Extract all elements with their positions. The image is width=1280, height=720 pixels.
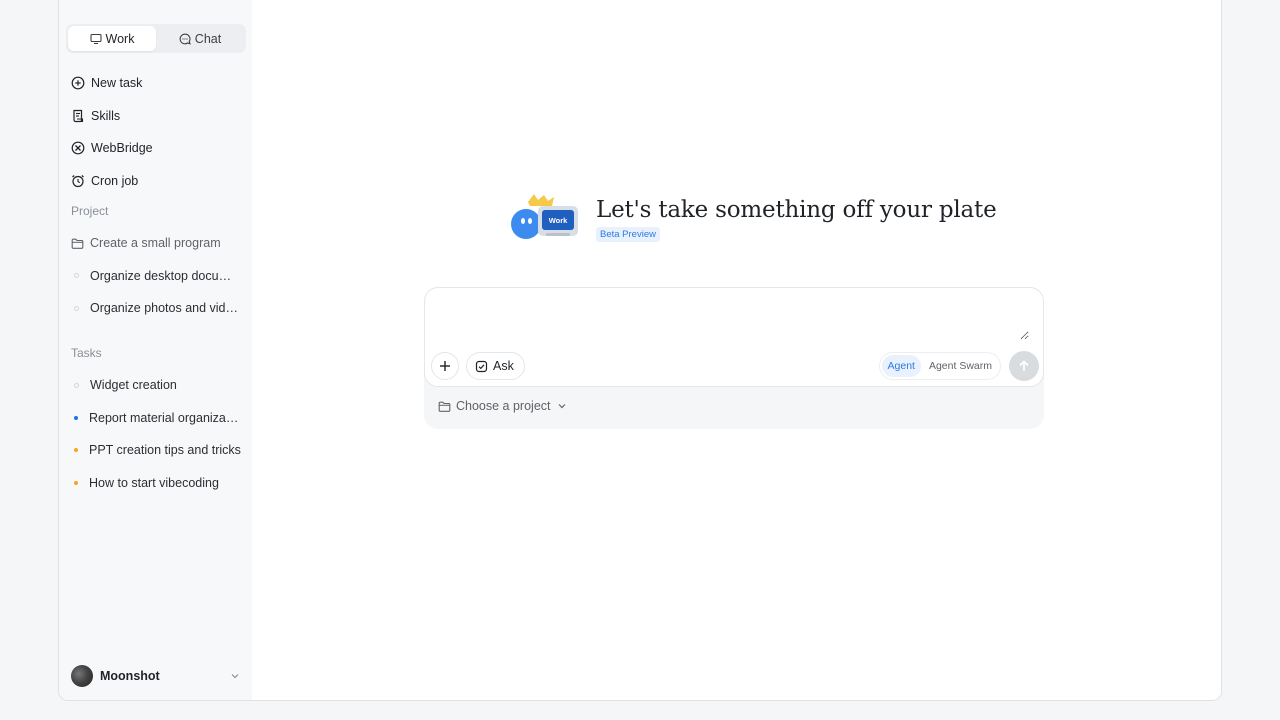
project-item[interactable]: Organize desktop documents <box>71 260 241 293</box>
project-section-label: Project <box>71 204 109 218</box>
user-name: Moonshot <box>100 669 160 683</box>
mode-switcher: Work Chat <box>66 24 246 53</box>
mascot-illustration: Work <box>511 194 578 239</box>
hero-title: Let's take something off your plate <box>596 197 997 223</box>
tab-chat[interactable]: Chat <box>156 26 244 51</box>
tasks-section-label: Tasks <box>71 346 102 360</box>
mascot-screen-label: Work <box>549 216 568 225</box>
plus-circle-icon <box>71 76 85 90</box>
folder-icon <box>438 401 451 412</box>
nav-cron-job[interactable]: Cron job <box>71 165 241 198</box>
task-item-label: Widget creation <box>90 378 177 393</box>
project-item[interactable]: Organize photos and videos <box>71 292 241 325</box>
user-menu[interactable]: Moonshot <box>71 664 241 688</box>
monitor-icon <box>89 33 102 44</box>
nav-skills-label: Skills <box>91 108 121 123</box>
tab-chat-label: Chat <box>194 31 222 46</box>
task-item-label: Report material organization <box>89 410 241 425</box>
app-window: Work Chat New task Skills WebBridge Cron… <box>58 0 1222 701</box>
task-item-label: PPT creation tips and tricks <box>89 443 241 458</box>
ask-button-label: Ask <box>493 359 514 373</box>
ask-button[interactable]: Ask <box>466 352 525 380</box>
task-item[interactable]: PPT creation tips and tricks <box>71 434 241 467</box>
task-input[interactable] <box>439 300 1029 340</box>
nav-skills[interactable]: Skills <box>71 100 241 133</box>
webbridge-icon <box>71 141 85 155</box>
project-item-label: Organize photos and videos <box>90 301 241 316</box>
task-item[interactable]: Report material organization <box>71 402 241 435</box>
send-button[interactable] <box>1009 351 1039 381</box>
project-list: Create a small program Organize desktop … <box>71 227 241 325</box>
project-item[interactable]: Create a small program <box>71 227 241 260</box>
tab-work[interactable]: Work <box>68 26 156 51</box>
status-dot <box>74 448 78 453</box>
primary-nav: New task Skills WebBridge Cron job <box>71 67 241 197</box>
status-dot <box>74 382 79 388</box>
folder-icon <box>71 238 84 249</box>
nav-webbridge-label: WebBridge <box>91 141 153 156</box>
status-dot <box>74 273 79 279</box>
beta-badge: Beta Preview <box>596 227 660 242</box>
chevron-down-icon <box>231 674 239 679</box>
arrow-up-icon <box>1019 360 1029 371</box>
project-picker[interactable]: Choose a project <box>438 399 568 413</box>
composer-container: Ask Agent Agent Swarm Choose a project <box>424 287 1044 429</box>
plus-icon <box>440 361 450 371</box>
task-item[interactable]: Widget creation <box>71 369 241 402</box>
status-dot <box>74 415 78 420</box>
project-item-label: Create a small program <box>90 236 221 251</box>
mode-agent-swarm[interactable]: Agent Swarm <box>923 355 998 377</box>
agent-mode-switcher: Agent Agent Swarm <box>878 352 1001 380</box>
main-area: Work Let's take something off your plate… <box>252 0 1221 700</box>
status-dot <box>74 305 79 311</box>
alarm-clock-icon <box>72 174 84 187</box>
chat-bubble-icon <box>179 33 191 45</box>
scroll-icon <box>73 109 84 122</box>
nav-new-task[interactable]: New task <box>71 67 241 100</box>
shield-check-icon <box>475 360 488 372</box>
nav-cron-job-label: Cron job <box>91 173 139 188</box>
tab-work-label: Work <box>105 31 135 46</box>
avatar <box>71 665 93 687</box>
nav-webbridge[interactable]: WebBridge <box>71 132 241 165</box>
project-item-label: Organize desktop documents <box>90 268 241 283</box>
sidebar: Work Chat New task Skills WebBridge Cron… <box>59 0 252 700</box>
task-list: Widget creation Report material organiza… <box>71 369 241 499</box>
task-item[interactable]: How to start vibecoding <box>71 467 241 500</box>
task-item-label: How to start vibecoding <box>89 475 219 490</box>
composer: Ask Agent Agent Swarm <box>424 287 1044 387</box>
hero: Work Let's take something off your plate… <box>508 194 997 254</box>
status-dot <box>74 480 78 485</box>
nav-new-task-label: New task <box>91 76 143 91</box>
chevron-down-icon <box>558 404 565 409</box>
project-picker-label: Choose a project <box>456 399 551 413</box>
attach-button[interactable] <box>431 352 459 380</box>
mode-agent[interactable]: Agent <box>881 355 921 377</box>
